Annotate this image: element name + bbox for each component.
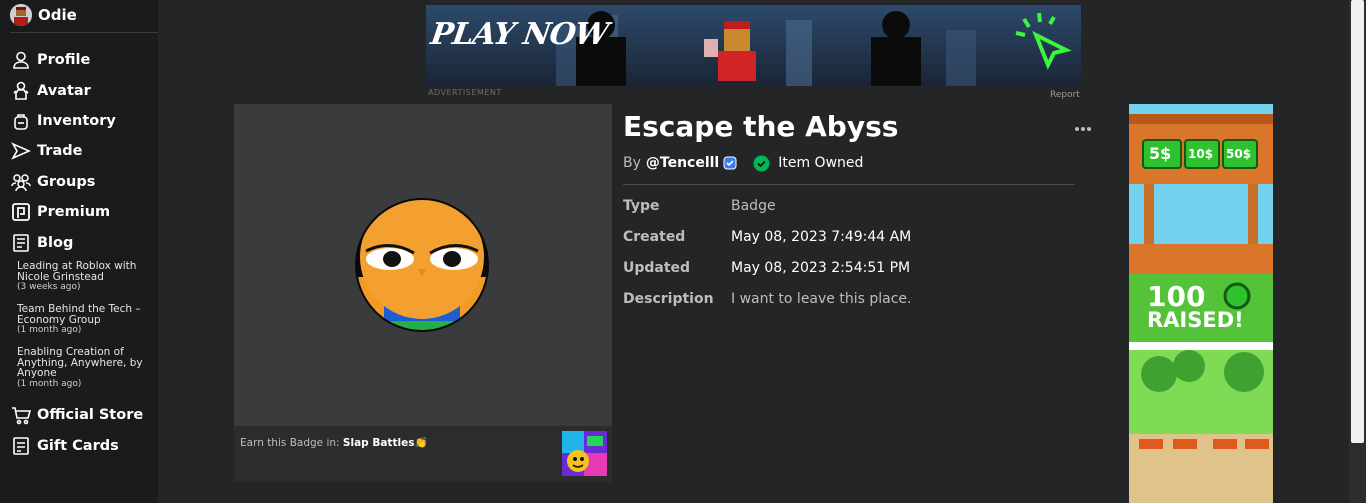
detail-label-updated: Updated	[623, 260, 691, 276]
item-owned-status: Item Owned	[778, 155, 864, 171]
sidebar-item-groups[interactable]: Groups	[10, 170, 95, 194]
blog-post-age: (3 weeks ago)	[17, 282, 81, 292]
cart-icon	[10, 404, 32, 426]
sidebar-item-gift-cards[interactable]: Gift Cards	[10, 434, 119, 458]
profile-icon	[10, 49, 32, 71]
earn-badge-footer	[234, 426, 612, 482]
sidebar-item-label: Premium	[37, 204, 111, 220]
sidebar-item-label: Trade	[37, 143, 83, 159]
blog-post-link[interactable]: Team Behind the Tech – Economy Group (1 …	[17, 304, 152, 335]
verified-badge-icon	[723, 156, 737, 170]
sidebar-item-official-store[interactable]: Official Store	[10, 403, 143, 427]
game-thumbnail[interactable]	[562, 431, 607, 476]
blog-post-title: Team Behind the Tech – Economy Group	[17, 303, 141, 326]
top-banner-ad[interactable]: PLAY NOW	[426, 5, 1081, 86]
sidebar-item-label: Official Store	[37, 407, 144, 423]
ad-price-2: 10$	[1188, 147, 1214, 161]
report-ad-link[interactable]: Report	[1050, 90, 1080, 100]
detail-value-description: I want to leave this place.	[731, 291, 912, 307]
gift-card-icon	[10, 435, 32, 457]
sidebar-item-label: Avatar	[37, 83, 91, 99]
ad-raised-text: RAISED!	[1147, 308, 1244, 332]
blog-post-age: (1 month ago)	[17, 325, 82, 335]
sidebar-item-avatar[interactable]: Avatar	[10, 79, 91, 103]
user-profile-link[interactable]: Odie	[10, 4, 77, 26]
trade-icon	[10, 140, 32, 162]
inventory-icon	[10, 110, 32, 132]
detail-label-description: Description	[623, 291, 714, 307]
blog-post-title: Enabling Creation of Anything, Anywhere,…	[17, 346, 143, 379]
earn-badge-text: Earn this Badge in: Slap Battles👏	[240, 436, 428, 449]
sidebar-item-blog[interactable]: Blog	[10, 231, 73, 255]
ad-price-3: 50$	[1226, 147, 1252, 161]
page-scrollbar-thumb[interactable]	[1351, 0, 1364, 443]
blog-post-link[interactable]: Leading at Roblox with Nicole Grinstead …	[17, 261, 152, 292]
sidebar-item-label: Inventory	[37, 113, 116, 129]
sidebar-divider	[10, 32, 158, 33]
detail-value-type: Badge	[731, 198, 776, 214]
earn-badge-prefix: Earn this Badge in:	[240, 437, 340, 449]
detail-label-created: Created	[623, 229, 686, 245]
blog-post-title: Leading at Roblox with Nicole Grinstead	[17, 260, 137, 283]
by-prefix: By	[623, 155, 641, 171]
premium-icon	[10, 201, 32, 223]
blog-post-link[interactable]: Enabling Creation of Anything, Anywhere,…	[17, 347, 152, 389]
creator-byline: By @Tencelll Item Owned	[623, 154, 863, 172]
sidebar-item-profile[interactable]: Profile	[10, 48, 90, 72]
more-dots-icon	[1075, 127, 1091, 131]
blog-icon	[10, 232, 32, 254]
sidebar-item-label: Groups	[37, 174, 96, 190]
groups-icon	[10, 171, 32, 193]
sidebar-item-premium[interactable]: Premium	[10, 200, 110, 224]
ad-caption: ADVERTISEMENT	[428, 88, 502, 97]
sidebar-item-label: Gift Cards	[37, 438, 119, 454]
badge-image	[354, 197, 490, 337]
ad-price-1: 5$	[1149, 144, 1172, 163]
detail-label-type: Type	[623, 198, 660, 214]
owned-check-icon	[753, 155, 770, 172]
detail-value-updated: May 08, 2023 2:54:51 PM	[731, 260, 911, 276]
earn-badge-game-link[interactable]: Slap Battles👏	[343, 437, 428, 449]
avatar-icon	[10, 80, 32, 102]
username: Odie	[38, 6, 77, 24]
sidebar-item-inventory[interactable]: Inventory	[10, 109, 116, 133]
detail-value-created: May 08, 2023 7:49:44 AM	[731, 229, 912, 245]
creator-link[interactable]: @Tencelll	[646, 155, 719, 171]
blog-post-age: (1 month ago)	[17, 378, 82, 389]
sidebar-item-label: Profile	[37, 52, 91, 68]
sidebar-item-label: Blog	[37, 235, 74, 251]
ad-headline: PLAY NOW	[428, 17, 611, 52]
right-skyscraper-ad[interactable]: 5$ 10$ 50$ 100 RAISED!	[1129, 104, 1273, 503]
sidebar-item-trade[interactable]: Trade	[10, 139, 82, 163]
details-divider	[623, 184, 1075, 185]
user-avatar-icon	[10, 4, 32, 26]
item-title: Escape the Abyss	[623, 110, 899, 143]
more-options-button[interactable]	[1074, 121, 1092, 135]
